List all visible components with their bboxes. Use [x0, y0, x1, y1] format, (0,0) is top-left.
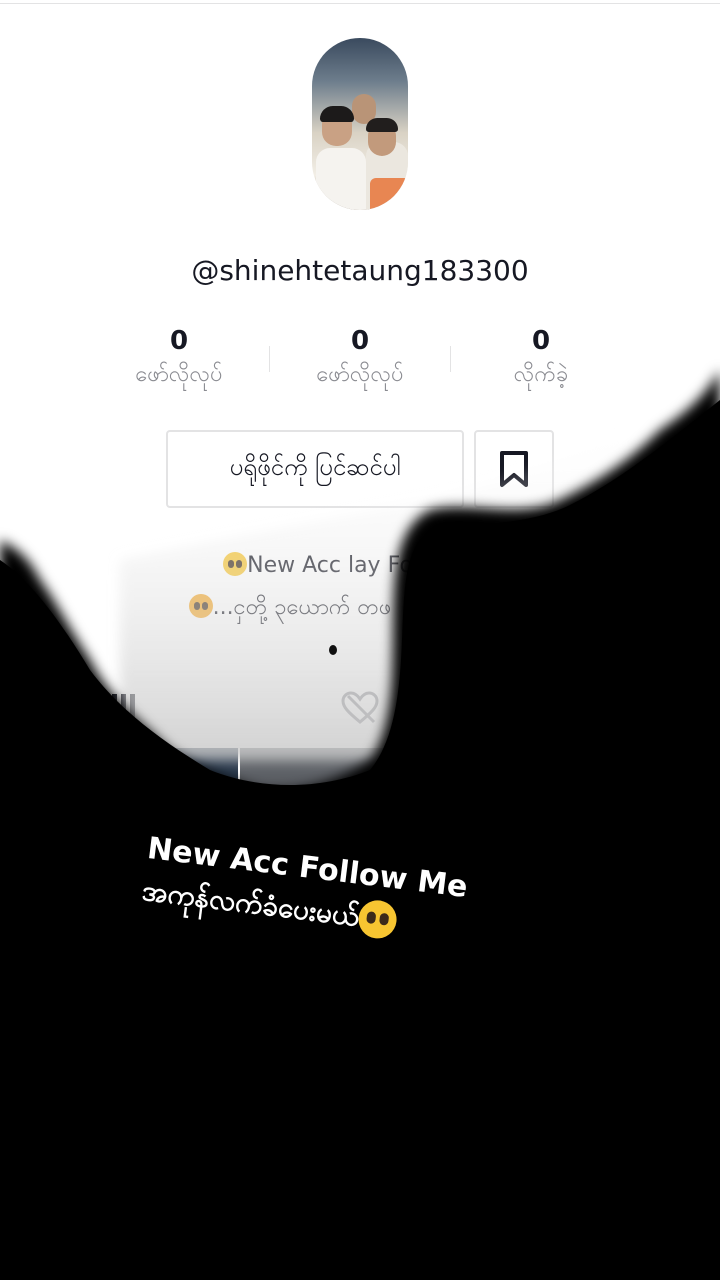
- grid-icon[interactable]: [112, 694, 135, 718]
- stat-likes[interactable]: 0 လိုက်ခဲ့: [441, 324, 641, 390]
- stat-label: လိုက်ခဲ့: [513, 362, 569, 387]
- stat-value: 0: [350, 326, 370, 356]
- pleading-face-icon: [472, 552, 497, 576]
- bio-text-2: ...ငှတို့ ၃ယောက် တဖ: [212, 595, 392, 620]
- avatar-detail: [320, 106, 354, 122]
- stat-value: 0: [169, 326, 189, 356]
- steam-face-icon: [188, 594, 213, 618]
- stat-label: ဖော်လိုလုပ်: [316, 362, 404, 387]
- bio-text-1-tail: w me: [412, 553, 473, 578]
- stat-label: ဖော်လိုလုပ်: [135, 362, 223, 387]
- profile-username: @shinehtetaung183300: [191, 254, 529, 287]
- pleading-face-icon: [356, 898, 400, 941]
- stat-following[interactable]: 0 ဖော်လိုလုပ်: [79, 324, 279, 390]
- bio-text-1: New Acc lay Fo: [247, 553, 413, 578]
- stat-value: 0: [531, 326, 551, 356]
- bio-line-2: ...ငှတို့ ၃ယောက် တဖ: [0, 592, 650, 625]
- stat-followers[interactable]: 0 ဖော်လိုလုပ်: [260, 324, 460, 390]
- bookmark-button[interactable]: [474, 430, 554, 508]
- top-divider: [0, 3, 720, 4]
- liked-hidden-icon[interactable]: [340, 690, 380, 726]
- bio-line-1: New Acc lay Fow me: [0, 552, 720, 578]
- avatar-detail: [370, 178, 408, 210]
- avatar-figure: [316, 148, 366, 210]
- avatar-detail: [366, 118, 398, 132]
- pleading-face-icon: [223, 552, 248, 576]
- edit-profile-label: ပရိုဖိုင်ကို ပြင်ဆင်ပါ: [229, 453, 401, 481]
- edit-profile-button[interactable]: ပရိုဖိုင်ကို ပြင်ဆင်ပါ: [166, 430, 464, 508]
- bookmark-icon: [500, 451, 528, 487]
- profile-avatar[interactable]: [312, 38, 408, 210]
